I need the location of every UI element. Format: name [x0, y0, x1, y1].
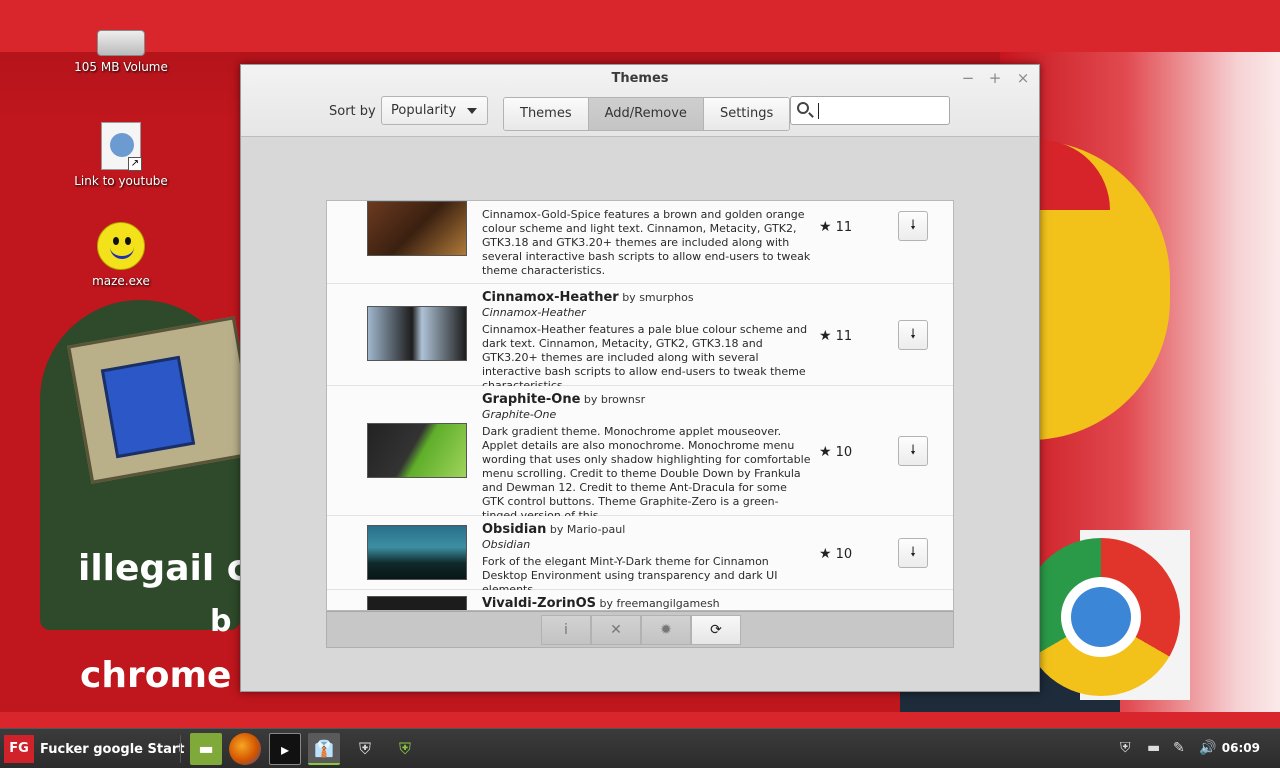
window-content: Sort by Popularity Cinnamox-Gold-Spice f… — [240, 0, 1040, 692]
terminal-icon[interactable]: ▸ — [269, 733, 301, 765]
chrome-logo-icon — [1022, 538, 1180, 696]
taskbar-separator — [180, 735, 181, 763]
cartoon-tv-screen — [100, 355, 196, 459]
rating-value: 10 — [835, 445, 853, 460]
search-icon — [797, 102, 809, 114]
start-logo-icon: FG — [4, 735, 34, 763]
remove-button[interactable]: ✕ — [591, 615, 641, 645]
refresh-icon: ⟳ — [710, 622, 722, 638]
configure-gear-icon: ✹ — [660, 622, 672, 638]
clock[interactable]: 06:09 — [1222, 741, 1260, 755]
theme-author: by smurphos — [622, 291, 694, 304]
star-icon: ★ — [819, 546, 832, 562]
desktop-icon-label: 105 MB Volume — [74, 60, 168, 74]
theme-name: Obsidian — [482, 522, 547, 537]
theme-author: by Mario-paul — [549, 523, 626, 536]
theme-description: Cinnamox-Heather features a pale blue co… — [482, 323, 808, 392]
download-button[interactable]: 🠗 — [898, 320, 928, 350]
theme-list[interactable]: Cinnamox-Gold-Spice features a brown and… — [326, 200, 954, 611]
download-button[interactable]: 🠗 — [898, 211, 928, 241]
security-shield-icon[interactable]: ⛨ — [349, 733, 381, 765]
rating-value: 10 — [835, 547, 853, 562]
desktop-icon-label: Link to youtube — [74, 174, 168, 188]
remove-icon: ✕ — [610, 622, 622, 638]
theme-rating: ★ 10 — [819, 546, 869, 562]
theme-thumbnail — [367, 306, 467, 361]
theme-name: Graphite-One — [482, 392, 581, 407]
web-link-icon: ↗ — [101, 122, 142, 171]
shield-tray-icon[interactable]: ⛨ — [1120, 740, 1131, 756]
themes-app-icon[interactable]: 👔 — [308, 733, 340, 765]
start-menu-label: Fucker google Start — [40, 741, 185, 757]
files-icon[interactable]: ▬ — [190, 733, 222, 765]
start-menu-button[interactable]: FG Fucker google Start — [4, 734, 185, 764]
chevron-down-icon — [467, 108, 477, 114]
download-icon: 🠗 — [910, 218, 916, 233]
theme-thumbnail — [367, 423, 467, 478]
theme-name: Cinnamox-Heather — [482, 290, 619, 305]
theme-info: Vivaldi-ZorinOS by freemangilgamesh — [482, 597, 812, 611]
keyboard-tray-icon[interactable]: ▬ — [1147, 740, 1160, 756]
wallpaper-bottom-band — [0, 712, 1280, 728]
theme-author: by brownsr — [583, 393, 646, 406]
update-manager-icon[interactable]: ⛨ — [389, 733, 421, 765]
rating-value: 11 — [835, 220, 853, 235]
star-icon: ★ — [819, 219, 832, 235]
search-input[interactable] — [821, 100, 941, 120]
sort-label: Sort by — [329, 104, 376, 119]
theme-rating: ★ 11 — [819, 328, 869, 344]
search-field[interactable] — [790, 96, 950, 125]
theme-row[interactable]: Cinnamox-Gold-Spice features a brown and… — [327, 201, 953, 284]
download-icon: 🠗 — [910, 545, 916, 560]
list-toolbar: i ✕ ✹ ⟳ — [326, 611, 954, 648]
desktop-icon-maze[interactable]: maze.exe — [66, 222, 176, 288]
desktop-icon-youtube-link[interactable]: ↗ Link to youtube — [66, 122, 176, 188]
theme-subtitle: Cinnamox-Heather — [482, 306, 586, 319]
theme-thumbnail — [367, 525, 467, 580]
info-button[interactable]: i — [541, 615, 591, 645]
desktop-icon-volume[interactable]: 105 MB Volume — [66, 12, 176, 74]
sort-dropdown[interactable]: Popularity — [381, 96, 488, 125]
theme-description: Dark gradient theme. Monochrome applet m… — [482, 425, 811, 522]
network-tray-icon[interactable]: ✎ — [1173, 740, 1185, 756]
text-cursor — [818, 103, 819, 119]
star-icon: ★ — [819, 328, 832, 344]
theme-subtitle: Obsidian — [482, 538, 531, 551]
theme-row[interactable]: Vivaldi-ZorinOS by freemangilgamesh — [327, 590, 953, 611]
smiley-icon — [97, 222, 145, 270]
usb-drive-icon — [97, 30, 145, 56]
theme-row[interactable]: Cinnamox-Heather by smurphos Cinnamox-He… — [327, 284, 953, 392]
info-icon: i — [564, 622, 568, 638]
theme-author: by freemangilgamesh — [599, 597, 720, 610]
theme-thumbnail — [367, 596, 467, 610]
configure-button[interactable]: ✹ — [641, 615, 691, 645]
theme-description: Cinnamox-Gold-Spice features a brown and… — [482, 208, 811, 277]
wallpaper-text-3: chrome s — [80, 655, 266, 696]
download-button[interactable]: 🠗 — [898, 538, 928, 568]
taskbar: FG Fucker google Start ▬ ▸ 👔 ⛨ ⛨ ⛨ ▬ ✎ 🔊… — [0, 728, 1280, 768]
download-icon: 🠗 — [910, 327, 916, 342]
theme-rating: ★ 11 — [819, 219, 869, 235]
download-icon: 🠗 — [910, 443, 916, 458]
theme-info: Graphite-One by brownsr Graphite-One Dar… — [482, 393, 812, 523]
theme-row[interactable]: Graphite-One by brownsr Graphite-One Dar… — [327, 386, 953, 522]
desktop-icon-label: maze.exe — [92, 274, 150, 288]
refresh-button[interactable]: ⟳ — [691, 615, 741, 645]
wallpaper-text-2: b — [210, 604, 232, 639]
theme-subtitle: Graphite-One — [482, 408, 557, 421]
download-button[interactable]: 🠗 — [898, 436, 928, 466]
theme-thumbnail — [367, 201, 467, 256]
theme-info: Obsidian by Mario-paul Obsidian Fork of … — [482, 523, 812, 597]
wallpaper-text-1: illegail c — [78, 548, 249, 589]
theme-name: Vivaldi-ZorinOS — [482, 596, 597, 611]
star-icon: ★ — [819, 444, 832, 460]
theme-info: Cinnamox-Heather by smurphos Cinnamox-He… — [482, 291, 812, 393]
firefox-icon[interactable] — [229, 733, 261, 765]
theme-row[interactable]: Obsidian by Mario-paul Obsidian Fork of … — [327, 516, 953, 596]
theme-info: Cinnamox-Gold-Spice features a brown and… — [482, 208, 812, 278]
rating-value: 11 — [835, 329, 853, 344]
volume-icon[interactable]: 🔊 — [1199, 740, 1216, 756]
sort-dropdown-value: Popularity — [391, 103, 457, 118]
theme-rating: ★ 10 — [819, 444, 869, 460]
